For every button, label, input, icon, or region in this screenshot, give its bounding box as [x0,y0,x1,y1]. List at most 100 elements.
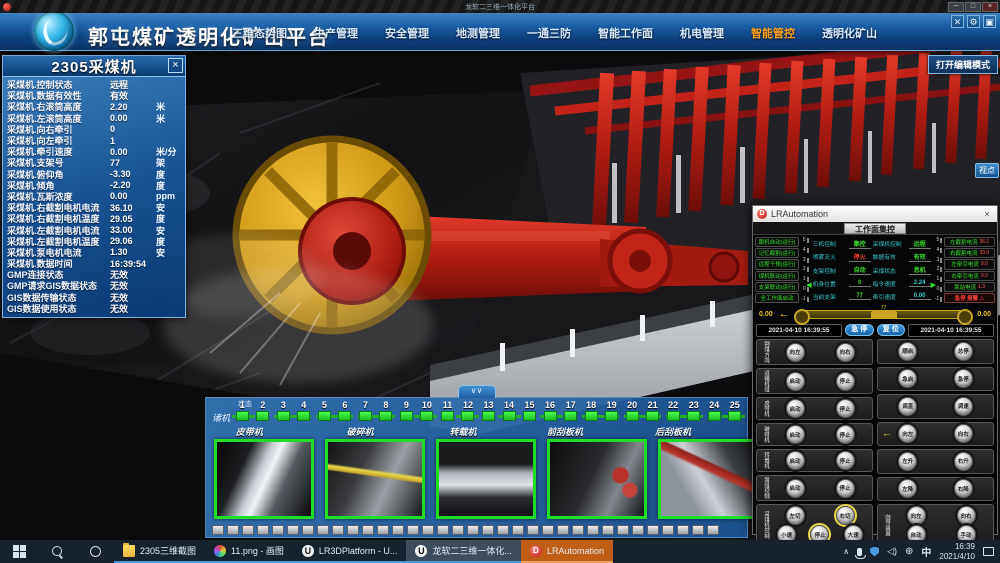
nav-item-一通三防[interactable]: 一通三防 [527,25,571,41]
mode-button[interactable]: 远程干预(运行) [755,259,799,269]
support-status-block[interactable] [359,411,372,421]
clock[interactable]: 16:39 2021/4/10 [939,542,975,561]
mode-button[interactable]: 煤机联动(运行) [755,271,799,281]
control-button-总停[interactable]: 总停 [954,342,973,361]
nav-item-地测管理[interactable]: 地测管理 [456,25,500,41]
motor-current-button[interactable]: 左截割电流36.1 [944,237,995,247]
control-button-右升[interactable]: 右升 [954,452,973,471]
start-button[interactable] [0,540,38,563]
nav-item-生产管理[interactable]: 生产管理 [314,25,358,41]
reset-button[interactable]: 复 位 [877,324,906,336]
microphone-icon[interactable] [857,548,862,556]
support-status-block[interactable] [379,411,392,421]
control-button-向右[interactable]: 向右 [836,343,855,362]
mode-button[interactable]: 支架联动(运行) [755,282,799,292]
search-icon[interactable] [38,540,76,563]
support-status-block[interactable] [626,411,639,421]
control-button-启动[interactable]: 启动 [786,451,805,470]
motor-current-button[interactable]: 左牵引电流0.0 [944,259,995,269]
nav-item-三维态势图[interactable]: 三维态势图 [232,25,287,41]
control-button-停止[interactable]: 停止 [836,479,855,498]
nav-item-透明化矿山[interactable]: 透明化矿山 [822,25,877,41]
support-status-block[interactable] [318,411,331,421]
control-button-右切[interactable]: 右切 [836,506,855,525]
defender-shield-icon[interactable] [870,547,879,557]
nav-item-智能管控[interactable]: 智能管控 [751,25,795,41]
control-button-调速[interactable]: 调速 [954,397,973,416]
open-edit-mode-button[interactable]: 打开编辑模式 [928,55,998,74]
taskbar-app-LR3DPlatform - U...[interactable]: ULR3DPlatform - U... [293,540,407,563]
taskbar-app-2305三维截图[interactable]: 2305三维截图 [114,540,205,563]
control-button-右降[interactable]: 右降 [954,479,973,498]
camera-thumbnail[interactable] [658,439,758,519]
control-button-启动[interactable]: 启动 [786,399,805,418]
control-button-急停[interactable]: 急停 [954,369,973,388]
control-button-启动[interactable]: 启动 [786,372,805,391]
support-status-block[interactable] [687,411,700,421]
minimize-button[interactable]: ─ [948,2,964,12]
taskbar-app-龙软二三维一体化...[interactable]: U龙软二三维一体化... [406,540,521,563]
cortana-icon[interactable] [76,540,114,563]
motor-current-button[interactable]: 泵站电流1.3 [944,282,995,292]
control-button-左降[interactable]: 左降 [898,479,917,498]
support-status-block[interactable] [523,411,536,421]
viewpoint-tag[interactable]: 视点 [975,163,999,178]
gear-icon[interactable]: ⚙ [967,15,980,28]
taskbar-app-LRAutomation[interactable]: DLRAutomation [521,540,613,563]
maximize-button[interactable]: □ [965,2,981,12]
panel-close-icon[interactable]: × [168,58,183,73]
camera-thumbnail[interactable] [325,439,425,519]
support-status-block[interactable] [236,411,249,421]
lra-close-icon[interactable]: × [981,209,993,219]
support-status-block[interactable] [277,411,290,421]
support-status-block[interactable] [338,411,351,421]
nav-item-机电管理[interactable]: 机电管理 [680,25,724,41]
support-status-block[interactable] [256,411,269,421]
stop-button[interactable]: 急 停 [845,324,874,336]
control-button-调直[interactable]: 调直 [898,397,917,416]
control-button-停止[interactable]: 停止 [836,425,855,444]
support-status-block[interactable] [400,411,413,421]
support-status-block[interactable] [708,411,721,421]
control-button-顺启[interactable]: 顺启 [898,342,917,361]
support-status-block[interactable] [544,411,557,421]
support-status-block[interactable] [585,411,598,421]
camera-thumbnail[interactable] [214,439,314,519]
nav-item-智能工作面[interactable]: 智能工作面 [598,25,653,41]
control-button-启动[interactable]: 启动 [786,425,805,444]
alarm-button[interactable]: 急停 报警 ⚠ [944,293,995,303]
support-status-block[interactable] [420,411,433,421]
motor-current-button[interactable]: 右牵引电流0.0 [944,271,995,281]
support-status-block[interactable] [564,411,577,421]
control-button-左切[interactable]: 左切 [786,506,805,525]
camera-thumbnail[interactable] [547,439,647,519]
taskbar-app-11.png - 画图[interactable]: 11.png - 画图 [205,540,293,563]
volume-icon[interactable]: ◁) [887,546,897,557]
maximize-view-icon[interactable]: ▣ [983,15,996,28]
support-status-block[interactable] [482,411,495,421]
support-status-block[interactable] [605,411,618,421]
chevron-down-icon[interactable]: ∨∨ [458,385,496,398]
control-button-急启[interactable]: 急启 [898,369,917,388]
ime-indicator[interactable]: 中 [921,544,931,559]
support-status-block[interactable] [646,411,659,421]
control-button-向左[interactable]: 向左 [907,506,926,525]
mode-button[interactable]: 全工作面启动 [755,293,799,303]
control-button-停止[interactable]: 停止 [836,372,855,391]
nav-item-安全管理[interactable]: 安全管理 [385,25,429,41]
tray-chevron-icon[interactable]: ∧ [843,547,849,556]
network-globe-icon[interactable]: ⊕ [905,546,913,557]
control-button-向左[interactable]: 向左 [786,343,805,362]
motor-current-button[interactable]: 右截割电流33.0 [944,248,995,258]
support-status-block[interactable] [297,411,310,421]
support-status-block[interactable] [461,411,474,421]
control-button-向右[interactable]: 向右 [957,506,976,525]
control-button-向右[interactable]: 向右 [954,424,973,443]
control-button-左升[interactable]: 左升 [898,452,917,471]
wrench-icon[interactable]: ✕ [951,15,964,28]
mode-button[interactable]: 跟机自动(运行) [755,237,799,247]
control-button-向左[interactable]: 向左 [898,424,917,443]
control-button-停止[interactable]: 停止 [836,451,855,470]
mode-button[interactable]: 记忆截割(运行) [755,248,799,258]
support-status-block[interactable] [667,411,680,421]
